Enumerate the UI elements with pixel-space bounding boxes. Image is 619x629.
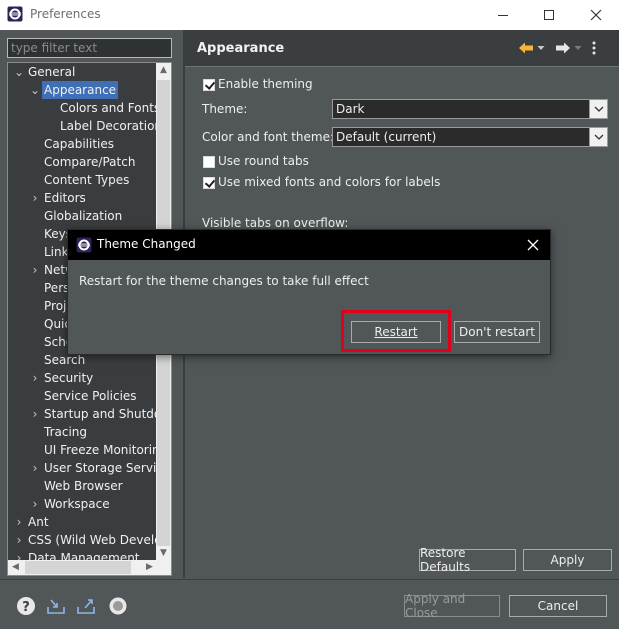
close-window-button[interactable] bbox=[573, 0, 619, 30]
tree-item-label: Service Policies bbox=[44, 389, 137, 403]
forward-dropdown-icon[interactable] bbox=[574, 45, 582, 51]
theme-select-value: Dark bbox=[336, 102, 365, 116]
apply-button[interactable]: Apply bbox=[523, 549, 612, 571]
tree-item-label: User Storage Service bbox=[44, 461, 157, 475]
tree-item-label: Capabilities bbox=[44, 137, 114, 151]
tree-item-label: Workspace bbox=[44, 497, 110, 511]
expanded-arrow-icon[interactable]: ⌄ bbox=[14, 63, 24, 81]
chevron-down-icon bbox=[594, 134, 603, 140]
forward-arrow-icon[interactable] bbox=[555, 41, 571, 55]
tree-item-label: Tracing bbox=[44, 425, 88, 439]
mixed-fonts-label[interactable]: Use mixed fonts and colors for labels bbox=[218, 175, 440, 189]
page-title: Appearance bbox=[197, 41, 285, 56]
window-titlebar: Preferences bbox=[0, 0, 619, 30]
minimize-button[interactable] bbox=[480, 0, 526, 30]
svg-text:?: ? bbox=[22, 600, 30, 615]
collapsed-arrow-icon[interactable]: › bbox=[30, 459, 40, 477]
tree-item-label: Label Decorations bbox=[60, 119, 157, 133]
dialog-message: Restart for the theme changes to take fu… bbox=[79, 274, 369, 288]
color-font-theme-dropdown-button[interactable] bbox=[589, 128, 607, 146]
tree-item-label: Compare/Patch bbox=[44, 155, 136, 169]
theme-select[interactable]: Dark bbox=[332, 99, 608, 119]
back-arrow-icon[interactable] bbox=[518, 41, 534, 55]
dialog-title: Theme Changed bbox=[97, 237, 196, 251]
tree-item-label: Startup and Shutdow bbox=[44, 407, 157, 421]
maximize-button[interactable] bbox=[526, 0, 572, 30]
tree-item-label: Link bbox=[44, 245, 69, 259]
collapsed-arrow-icon[interactable]: › bbox=[30, 495, 40, 513]
theme-dropdown-button[interactable] bbox=[589, 100, 607, 118]
tree-item-label: UI Freeze Monitoring bbox=[44, 443, 157, 457]
tree-item-label: Globalization bbox=[44, 209, 123, 223]
tree-item-label: Ant bbox=[28, 515, 49, 529]
header-divider bbox=[185, 66, 619, 67]
theme-changed-dialog: Theme Changed Restart for the theme chan… bbox=[67, 229, 551, 355]
tree-item-label: General bbox=[28, 65, 76, 79]
tree-item-label: CSS (Wild Web Develop bbox=[28, 533, 157, 547]
round-tabs-label[interactable]: Use round tabs bbox=[218, 154, 309, 168]
tree-horizontal-thumb[interactable] bbox=[25, 561, 131, 574]
mixed-fonts-checkbox[interactable] bbox=[203, 177, 215, 189]
restart-button[interactable]: Restart bbox=[351, 321, 441, 343]
page-header: Appearance bbox=[185, 30, 619, 66]
cancel-button[interactable]: Cancel bbox=[509, 595, 607, 617]
scroll-left-icon[interactable]: ◀ bbox=[8, 560, 23, 575]
chevron-down-icon bbox=[594, 106, 603, 112]
filter-input[interactable] bbox=[7, 38, 172, 58]
tree-item-label: Security bbox=[44, 371, 94, 385]
scroll-down-icon[interactable]: ▼ bbox=[156, 546, 171, 561]
close-icon bbox=[590, 9, 602, 21]
eclipse-app-icon bbox=[76, 237, 92, 253]
visible-tabs-label: Visible tabs on overflow: bbox=[202, 216, 349, 230]
scroll-right-icon[interactable]: ▶ bbox=[142, 560, 157, 575]
record-icon[interactable] bbox=[108, 596, 128, 616]
page-navigation bbox=[518, 39, 596, 57]
tree-item-label: Appearance bbox=[42, 81, 119, 99]
apply-and-close-button[interactable]: Apply and Close bbox=[404, 592, 500, 620]
tree-item-label: Content Types bbox=[44, 173, 130, 187]
collapsed-arrow-icon[interactable]: › bbox=[14, 531, 24, 549]
import-icon[interactable] bbox=[46, 596, 66, 616]
enable-theming-label[interactable]: Enable theming bbox=[218, 77, 313, 91]
scrollbar-corner bbox=[156, 560, 171, 575]
bottom-bar: ? Apply and Close Cancel bbox=[0, 579, 619, 629]
collapsed-arrow-icon[interactable]: › bbox=[30, 261, 40, 279]
back-dropdown-icon[interactable] bbox=[537, 45, 545, 51]
color-font-theme-value: Default (current) bbox=[336, 130, 437, 144]
dont-restart-button[interactable]: Don't restart bbox=[454, 321, 540, 343]
dialog-titlebar: Theme Changed bbox=[68, 230, 550, 260]
enable-theming-checkbox[interactable] bbox=[203, 79, 215, 91]
help-icon[interactable]: ? bbox=[16, 596, 36, 616]
tree-item-label: Proj bbox=[44, 299, 67, 313]
tree-item-label: Web Browser bbox=[44, 479, 123, 493]
color-font-theme-label: Color and font theme: bbox=[202, 130, 335, 144]
close-icon bbox=[527, 239, 539, 251]
color-font-theme-select[interactable]: Default (current) bbox=[332, 127, 608, 147]
collapsed-arrow-icon[interactable]: › bbox=[30, 369, 40, 387]
tree-item-label: Editors bbox=[44, 191, 86, 205]
tree-item-label: Colors and Fonts bbox=[60, 101, 157, 115]
window-title: Preferences bbox=[30, 7, 101, 21]
round-tabs-checkbox[interactable] bbox=[203, 156, 215, 168]
restart-label: Restart bbox=[374, 325, 418, 339]
tree-item-label: Pers bbox=[44, 281, 70, 295]
theme-label: Theme: bbox=[202, 102, 248, 116]
collapsed-arrow-icon[interactable]: › bbox=[14, 513, 24, 531]
restore-defaults-button[interactable]: Restore Defaults bbox=[419, 546, 516, 574]
collapsed-arrow-icon[interactable]: › bbox=[30, 189, 40, 207]
maximize-icon bbox=[544, 10, 554, 20]
eclipse-app-icon bbox=[7, 6, 23, 22]
export-icon[interactable] bbox=[76, 596, 96, 616]
scroll-up-icon[interactable]: ▲ bbox=[156, 63, 171, 78]
expanded-arrow-icon[interactable]: ⌄ bbox=[30, 81, 40, 99]
collapsed-arrow-icon[interactable]: › bbox=[30, 405, 40, 423]
minimize-icon bbox=[498, 15, 508, 16]
view-menu-icon[interactable] bbox=[592, 41, 596, 55]
tree-horizontal-scrollbar[interactable]: ◀ ▶ bbox=[8, 560, 157, 575]
dialog-close-button[interactable] bbox=[522, 234, 544, 256]
